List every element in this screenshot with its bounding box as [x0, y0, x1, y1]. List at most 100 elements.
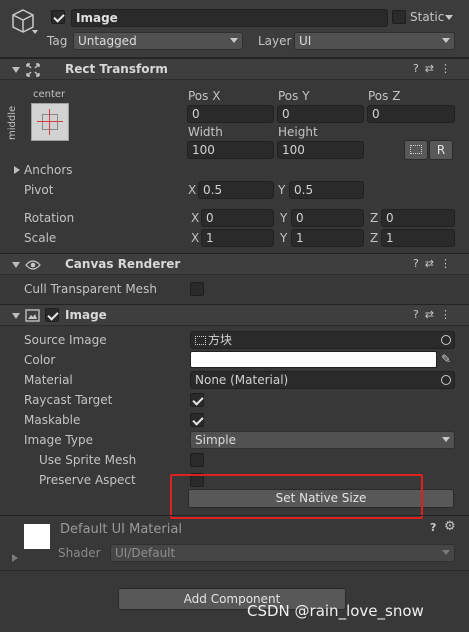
eyedropper-icon[interactable]: ✎ [441, 352, 451, 366]
scale-label: Scale [24, 231, 57, 245]
material-help-icon[interactable]: ? [430, 521, 436, 534]
scale-x-field[interactable]: 1 [201, 229, 274, 247]
rotation-x-field[interactable]: 0 [201, 209, 274, 227]
pivot-y-field[interactable]: 0.5 [289, 181, 364, 199]
raycast-target-label: Raycast Target [24, 393, 113, 407]
rotation-label: Rotation [24, 211, 75, 225]
component-menu-icons[interactable]: ?⇄⋮ [413, 62, 457, 75]
bottom-divider [0, 570, 469, 571]
width-label: Width [188, 125, 223, 139]
material-preview-swatch [24, 524, 50, 549]
anchor-preset-icon [37, 109, 63, 135]
rect-transform-header[interactable]: Rect Transform ?⇄⋮ [0, 58, 469, 80]
chevron-down-icon [442, 550, 450, 555]
shader-dropdown: UI/Default [110, 544, 455, 562]
cull-transparent-mesh-checkbox[interactable] [190, 282, 204, 296]
pos-z-field[interactable]: 0 [367, 105, 455, 123]
material-divider [0, 515, 469, 516]
raycast-target-checkbox[interactable] [190, 393, 204, 407]
name-field[interactable]: Image [71, 9, 388, 27]
height-label: Height [278, 125, 318, 139]
source-image-field[interactable]: 方块 [190, 331, 455, 349]
image-enabled-checkbox[interactable] [45, 308, 59, 322]
highlight-box [170, 474, 423, 519]
chevron-down-icon[interactable] [32, 30, 38, 34]
maskable-label: Maskable [24, 413, 81, 427]
height-field[interactable]: 100 [277, 141, 364, 159]
pos-z-label: Pos Z [368, 89, 401, 103]
pos-x-field[interactable]: 0 [187, 105, 274, 123]
material-label: Material [24, 373, 73, 387]
pivot-y-axis: Y [278, 183, 286, 197]
foldout-icon[interactable] [12, 67, 20, 73]
preserve-aspect-label: Preserve Aspect [39, 473, 136, 487]
image-type-dropdown[interactable]: Simple [190, 431, 455, 449]
rotation-y-field[interactable]: 0 [291, 209, 364, 227]
image-title: Image [65, 308, 107, 322]
sprite-icon [195, 336, 206, 345]
anchor-preset-button[interactable] [31, 103, 69, 141]
pivot-label: Pivot [24, 183, 54, 197]
layer-label: Layer [258, 34, 292, 48]
component-menu-icons[interactable]: ?⇄⋮ [413, 308, 457, 321]
blueprint-mode-button[interactable] [404, 140, 428, 160]
anchor-preset-vertical: middle [7, 105, 18, 140]
image-header[interactable]: Image ?⇄⋮ [0, 304, 469, 326]
rect-transform-title: Rect Transform [65, 62, 168, 76]
static-dropdown-arrow-icon[interactable] [445, 15, 453, 20]
scale-z-field[interactable]: 1 [381, 229, 455, 247]
chevron-down-icon [442, 437, 450, 442]
color-label: Color [24, 353, 56, 367]
object-picker-icon[interactable] [441, 335, 451, 345]
source-image-label: Source Image [24, 333, 107, 347]
image-component-icon [25, 309, 40, 322]
component-menu-icons[interactable]: ?⇄⋮ [413, 257, 457, 270]
rotation-x-axis: X [191, 211, 200, 225]
foldout-icon[interactable] [12, 313, 20, 319]
anchors-foldout-icon[interactable] [14, 166, 20, 174]
scale-x-axis: X [191, 231, 200, 245]
pos-y-label: Pos Y [278, 89, 310, 103]
eye-icon [25, 260, 41, 270]
tag-dropdown[interactable]: Untagged [73, 32, 243, 50]
raw-edit-button[interactable]: R [429, 140, 453, 160]
maskable-checkbox[interactable] [190, 413, 204, 427]
tag-label: Tag [47, 34, 68, 48]
color-swatch[interactable] [190, 351, 437, 368]
scale-y-axis: Y [280, 231, 288, 245]
active-checkbox[interactable] [51, 10, 65, 24]
image-type-label: Image Type [24, 433, 93, 447]
pivot-x-axis: X [188, 183, 197, 197]
foldout-icon[interactable] [12, 262, 20, 268]
chevron-down-icon [442, 38, 450, 43]
rotation-z-field[interactable]: 0 [381, 209, 455, 227]
material-title: Default UI Material [60, 522, 182, 537]
anchors-label[interactable]: Anchors [24, 163, 73, 177]
static-label: Static [410, 10, 445, 24]
rotation-y-axis: Y [280, 211, 288, 225]
pos-y-field[interactable]: 0 [277, 105, 364, 123]
shader-label: Shader [58, 546, 101, 560]
blueprint-icon [410, 145, 422, 154]
material-foldout-icon[interactable] [12, 554, 18, 562]
pos-x-label: Pos X [188, 89, 221, 103]
layer-dropdown[interactable]: UI [294, 32, 455, 50]
canvas-renderer-header[interactable]: Canvas Renderer ?⇄⋮ [0, 253, 469, 275]
chevron-down-icon [230, 38, 238, 43]
rect-transform-icon [26, 63, 40, 77]
scale-z-axis: Z [370, 231, 379, 245]
object-picker-icon[interactable] [441, 375, 451, 385]
use-sprite-mesh-label: Use Sprite Mesh [39, 453, 137, 467]
use-sprite-mesh-checkbox[interactable] [190, 453, 204, 467]
anchor-preset-horizontal: center [33, 89, 66, 100]
canvas-renderer-title: Canvas Renderer [65, 257, 181, 271]
static-checkbox[interactable] [392, 10, 406, 24]
cull-transparent-mesh-label: Cull Transparent Mesh [24, 282, 157, 296]
pivot-x-field[interactable]: 0.5 [198, 181, 274, 199]
scale-y-field[interactable]: 1 [291, 229, 364, 247]
width-field[interactable]: 100 [187, 141, 274, 159]
rotation-z-axis: Z [370, 211, 379, 225]
watermark: CSDN @rain_love_snow [247, 602, 424, 620]
material-gear-icon[interactable]: ⚙ [444, 519, 456, 534]
material-field[interactable]: None (Material) [190, 371, 455, 389]
